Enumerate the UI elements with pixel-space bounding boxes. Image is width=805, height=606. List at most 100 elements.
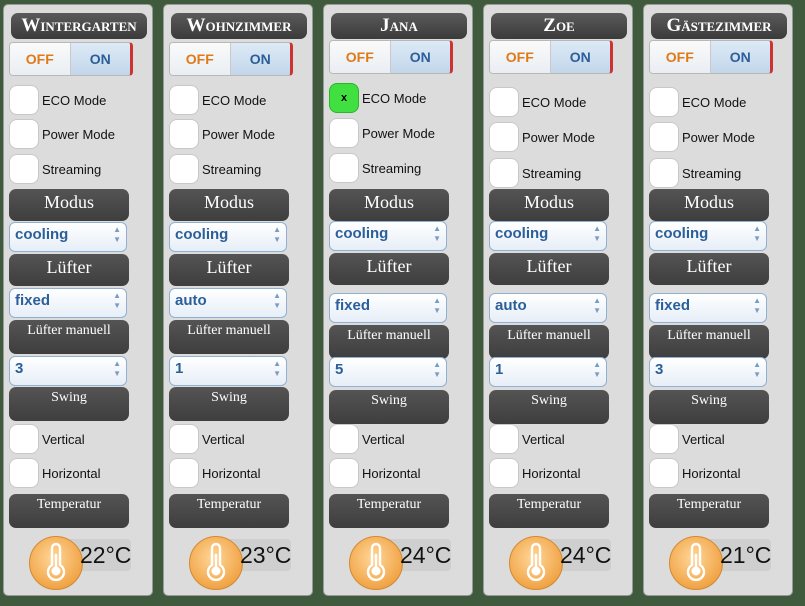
modus-select[interactable]: cooling ▲ ▼: [169, 222, 287, 252]
luefter-manuell-heading: Lüfter manuell: [329, 325, 449, 359]
modus-select[interactable]: cooling ▲ ▼: [9, 222, 127, 252]
vertical-checkbox[interactable]: [169, 424, 199, 454]
streaming-row: Streaming: [169, 154, 261, 184]
modus-heading: Modus: [649, 189, 769, 221]
horizontal-checkbox[interactable]: [649, 458, 679, 488]
on-button[interactable]: ON: [390, 41, 450, 73]
chevron-updown-icon: ▲ ▼: [753, 296, 761, 315]
modus-value: cooling: [15, 226, 69, 243]
vertical-checkbox[interactable]: [649, 424, 679, 454]
luefter-value: fixed: [335, 297, 371, 314]
vertical-row: Vertical: [489, 424, 565, 454]
eco-mode-label: ECO Mode: [682, 94, 747, 110]
luefter-value: fixed: [15, 292, 51, 309]
modus-select[interactable]: cooling ▲ ▼: [649, 221, 767, 251]
streaming-row: Streaming: [9, 154, 101, 184]
streaming-checkbox[interactable]: [169, 154, 199, 184]
temperature-display: 24°C: [509, 536, 621, 590]
on-button[interactable]: ON: [550, 41, 610, 73]
chevron-updown-icon: ▲ ▼: [113, 225, 121, 244]
chevron-updown-icon: ▲ ▼: [113, 291, 121, 310]
chevron-updown-icon: ▲ ▼: [593, 360, 601, 379]
thermometer-icon: [189, 536, 243, 590]
streaming-label: Streaming: [522, 165, 582, 181]
streaming-row: Streaming: [329, 153, 421, 183]
horizontal-checkbox[interactable]: [169, 458, 199, 488]
horizontal-row: Horizontal: [169, 458, 261, 488]
luefter-manuell-heading: Lüfter manuell: [9, 320, 129, 354]
on-button[interactable]: ON: [710, 41, 770, 73]
eco-mode-row: ECO Mode: [649, 87, 746, 117]
power-toggle[interactable]: OFF ON: [649, 40, 773, 74]
temperatur-heading: Temperatur: [9, 494, 129, 528]
streaming-row: Streaming: [489, 158, 581, 188]
eco-mode-row: ECO Mode: [169, 85, 266, 115]
horizontal-label: Horizontal: [42, 465, 101, 481]
luefter-manuell-select[interactable]: 3 ▲ ▼: [649, 357, 767, 387]
off-button[interactable]: OFF: [490, 41, 551, 73]
horizontal-checkbox[interactable]: [329, 458, 359, 488]
luefter-manuell-select[interactable]: 1 ▲ ▼: [489, 357, 607, 387]
power-mode-checkbox[interactable]: [9, 119, 39, 149]
power-mode-checkbox[interactable]: [489, 122, 519, 152]
eco-mode-checkbox[interactable]: [9, 85, 39, 115]
vertical-row: Vertical: [9, 424, 85, 454]
power-mode-checkbox[interactable]: [169, 119, 199, 149]
luefter-manuell-heading: Lüfter manuell: [649, 325, 769, 359]
eco-mode-checkbox[interactable]: [649, 87, 679, 117]
luefter-select[interactable]: fixed ▲ ▼: [9, 288, 127, 318]
power-toggle[interactable]: OFF ON: [329, 40, 453, 74]
vertical-row: Vertical: [169, 424, 245, 454]
power-toggle[interactable]: OFF ON: [169, 42, 293, 76]
off-button[interactable]: OFF: [650, 41, 711, 73]
streaming-checkbox[interactable]: [649, 158, 679, 188]
streaming-checkbox[interactable]: [489, 158, 519, 188]
temperature-display: 23°C: [189, 536, 301, 590]
luefter-manuell-value: 3: [15, 360, 24, 377]
vertical-checkbox[interactable]: [9, 424, 39, 454]
luefter-manuell-value: 1: [175, 360, 184, 377]
power-mode-checkbox[interactable]: [329, 118, 359, 148]
chevron-updown-icon: ▲ ▼: [433, 296, 441, 315]
chevron-updown-icon: ▲ ▼: [593, 224, 601, 243]
eco-mode-checkbox[interactable]: x: [329, 83, 359, 113]
power-toggle[interactable]: OFF ON: [9, 42, 133, 76]
horizontal-checkbox[interactable]: [9, 458, 39, 488]
eco-mode-checkbox[interactable]: [489, 87, 519, 117]
horizontal-label: Horizontal: [682, 465, 741, 481]
luefter-select[interactable]: auto ▲ ▼: [169, 288, 287, 318]
power-toggle[interactable]: OFF ON: [489, 40, 613, 74]
off-button[interactable]: OFF: [330, 41, 391, 73]
thermometer-icon: [669, 536, 723, 590]
on-button[interactable]: ON: [70, 43, 130, 75]
luefter-manuell-select[interactable]: 1 ▲ ▼: [169, 356, 287, 386]
modus-heading: Modus: [169, 189, 289, 221]
streaming-checkbox[interactable]: [329, 153, 359, 183]
off-button[interactable]: OFF: [170, 43, 231, 75]
eco-mode-checkbox[interactable]: [169, 85, 199, 115]
modus-select[interactable]: cooling ▲ ▼: [329, 221, 447, 251]
vertical-label: Vertical: [682, 431, 725, 447]
luefter-select[interactable]: fixed ▲ ▼: [329, 293, 447, 323]
modus-select[interactable]: cooling ▲ ▼: [489, 221, 607, 251]
horizontal-checkbox[interactable]: [489, 458, 519, 488]
streaming-checkbox[interactable]: [9, 154, 39, 184]
luefter-select[interactable]: fixed ▲ ▼: [649, 293, 767, 323]
vertical-checkbox[interactable]: [489, 424, 519, 454]
horizontal-label: Horizontal: [202, 465, 261, 481]
luefter-manuell-select[interactable]: 3 ▲ ▼: [9, 356, 127, 386]
eco-mode-row: ECO Mode: [9, 85, 106, 115]
streaming-label: Streaming: [362, 160, 422, 176]
vertical-row: Vertical: [329, 424, 405, 454]
vertical-checkbox[interactable]: [329, 424, 359, 454]
power-mode-checkbox[interactable]: [649, 122, 679, 152]
on-button[interactable]: ON: [230, 43, 290, 75]
off-button[interactable]: OFF: [10, 43, 71, 75]
luefter-select[interactable]: auto ▲ ▼: [489, 293, 607, 323]
power-mode-row: Power Mode: [649, 122, 755, 152]
luefter-value: fixed: [655, 297, 691, 314]
luefter-heading: Lüfter: [649, 253, 769, 285]
chevron-updown-icon: ▲ ▼: [753, 360, 761, 379]
luefter-manuell-select[interactable]: 5 ▲ ▼: [329, 357, 447, 387]
temperature-value: 22°C: [80, 542, 132, 568]
